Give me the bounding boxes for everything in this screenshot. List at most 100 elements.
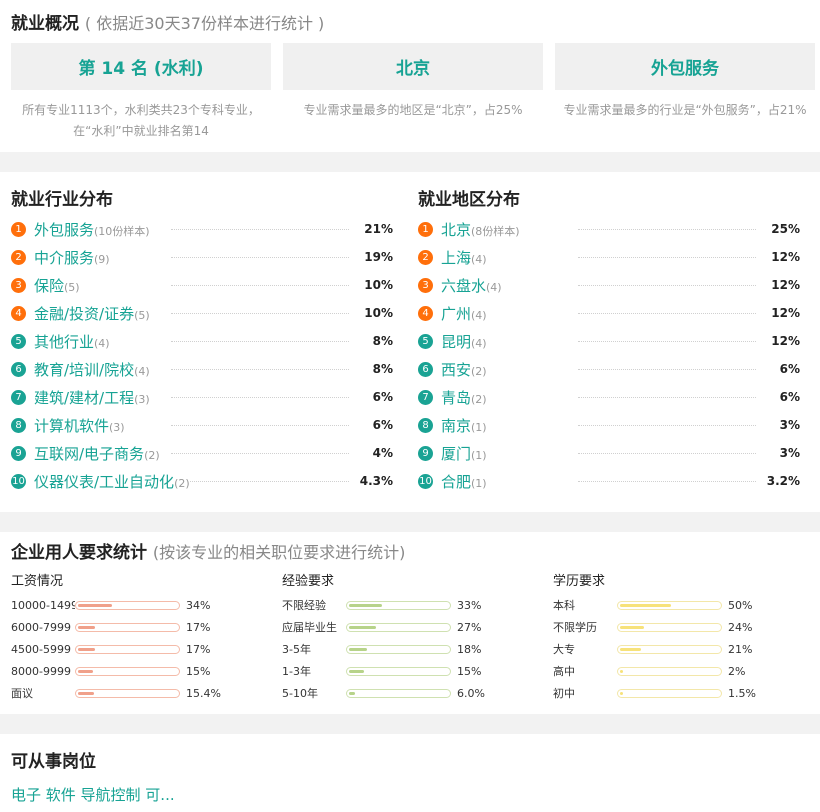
sample-count-value: (2)	[471, 364, 487, 378]
region-item[interactable]: 8 南京(1) 3%	[418, 411, 800, 439]
region-item-label[interactable]: 六盘水	[441, 277, 486, 295]
education-stat-label: 高中	[553, 665, 575, 678]
industry-item-name[interactable]: 建筑/建材/工程(3)	[34, 386, 150, 408]
salary-stat-value: 15.4%	[186, 686, 221, 700]
region-item[interactable]: 7 青岛(2) 6%	[418, 383, 800, 411]
region-item[interactable]: 1 北京(8份样本) 25%	[418, 215, 800, 243]
region-item[interactable]: 4 广州(4) 12%	[418, 299, 800, 327]
share-percent: 12%	[767, 327, 800, 355]
sample-count: (5)	[64, 281, 80, 294]
industry-item-name[interactable]: 外包服务(10份样本)	[34, 218, 150, 240]
industry-item[interactable]: 2 中介服务(9) 19%	[11, 243, 393, 271]
industry-item-name[interactable]: 互联网/电子商务(2)	[34, 442, 160, 464]
industry-item-name[interactable]: 其他行业(4)	[34, 330, 110, 352]
salary-progress-fill	[78, 625, 96, 629]
industry-item[interactable]: 4 金融/投资/证券(5) 10%	[11, 299, 393, 327]
region-item-label[interactable]: 合肥	[441, 473, 471, 491]
industry-item-name[interactable]: 中介服务(9)	[34, 246, 110, 268]
industry-item-name[interactable]: 仪器仪表/工业自动化(2)	[34, 470, 190, 492]
region-item[interactable]: 6 西安(2) 6%	[418, 355, 800, 383]
sample-count-value: (4)	[471, 252, 487, 266]
industry-item-label[interactable]: 互联网/电子商务	[34, 445, 144, 463]
industry-item-label[interactable]: 保险	[34, 277, 64, 295]
salary-stats: 工资情况 10000-14999 34% 6000-7999 17% 4500-5999 1…	[11, 570, 251, 704]
experience-progress-bar	[346, 688, 451, 698]
industry-item-label[interactable]: 教育/培训/院校	[34, 361, 134, 379]
region-item-name[interactable]: 西安(2)	[441, 358, 487, 380]
region-item-name[interactable]: 昆明(4)	[441, 330, 487, 352]
education-stat-label: 不限学历	[553, 621, 597, 634]
industry-item-label[interactable]: 仪器仪表/工业自动化	[34, 473, 174, 491]
region-item-name[interactable]: 北京(8份样本)	[441, 218, 520, 240]
region-item-label[interactable]: 广州	[441, 305, 471, 323]
industry-item-label[interactable]: 外包服务	[34, 221, 94, 239]
sample-count: (2)	[471, 393, 487, 406]
region-list: 1 北京(8份样本) 25% 2 上海(4) 12% 3 六盘水(4) 12% 4 广州(4) 12%…	[418, 215, 800, 495]
region-item-label[interactable]: 北京	[441, 221, 471, 239]
industry-item-name[interactable]: 计算机软件(3)	[34, 414, 125, 436]
region-item[interactable]: 2 上海(4) 12%	[418, 243, 800, 271]
experience-progress-fill	[349, 669, 365, 673]
region-item-label[interactable]: 昆明	[441, 333, 471, 351]
sample-count-value: (2)	[174, 476, 190, 490]
share-percent: 12%	[767, 299, 800, 327]
education-progress-bar	[617, 666, 722, 676]
industry-item-label[interactable]: 建筑/建材/工程	[34, 389, 134, 407]
experience-progress-bar	[346, 622, 451, 632]
industry-item[interactable]: 6 教育/培训/院校(4) 8%	[11, 355, 393, 383]
industry-item[interactable]: 10 仪器仪表/工业自动化(2) 4.3%	[11, 467, 393, 495]
rank-badge: 9	[11, 445, 26, 461]
region-item[interactable]: 5 昆明(4) 12%	[418, 327, 800, 355]
rank-badge: 2	[11, 249, 26, 265]
experience-stat-label: 不限经验	[282, 599, 326, 612]
salary-stat-label: 8000-9999	[11, 664, 71, 678]
industry-item[interactable]: 3 保险(5) 10%	[11, 271, 393, 299]
region-item-label[interactable]: 西安	[441, 361, 471, 379]
industry-item[interactable]: 5 其他行业(4) 8%	[11, 327, 393, 355]
industry-item[interactable]: 9 互联网/电子商务(2) 4%	[11, 439, 393, 467]
share-percent: 10%	[360, 271, 393, 299]
region-item-name[interactable]: 广州(4)	[441, 302, 487, 324]
region-item-label[interactable]: 青岛	[441, 389, 471, 407]
salary-stat-row: 8000-9999 15%	[11, 660, 251, 682]
industry-item[interactable]: 1 外包服务(10份样本) 21%	[11, 215, 393, 243]
share-percent: 6%	[775, 355, 800, 383]
rank-badge: 5	[418, 333, 433, 349]
region-item-label[interactable]: 南京	[441, 417, 471, 435]
education-stat-value: 50%	[728, 598, 753, 612]
salary-progress-bar	[75, 600, 180, 610]
education-progress-fill	[620, 625, 645, 629]
industry-item[interactable]: 7 建筑/建材/工程(3) 6%	[11, 383, 393, 411]
region-item-name[interactable]: 南京(1)	[441, 414, 487, 436]
region-item[interactable]: 10 合肥(1) 3.2%	[418, 467, 800, 495]
region-item-name[interactable]: 厦门(1)	[441, 442, 487, 464]
job-links[interactable]: 电子 软件 导航控制 可...	[11, 784, 175, 805]
education-stat-label: 大专	[553, 643, 575, 656]
sample-count: (4)	[486, 281, 502, 294]
industry-item-label[interactable]: 其他行业	[34, 333, 94, 351]
industry-item-label[interactable]: 金融/投资/证券	[34, 305, 134, 323]
top-industry-card: 外包服务	[555, 43, 815, 90]
industry-item-label[interactable]: 中介服务	[34, 249, 94, 267]
region-item[interactable]: 9 厦门(1) 3%	[418, 439, 800, 467]
region-item-label[interactable]: 厦门	[441, 445, 471, 463]
region-item-label[interactable]: 上海	[441, 249, 471, 267]
industry-item-label[interactable]: 计算机软件	[34, 417, 109, 435]
share-percent: 6%	[368, 383, 393, 411]
education-stat-label: 本科	[553, 599, 575, 612]
region-item[interactable]: 3 六盘水(4) 12%	[418, 271, 800, 299]
industry-item-name[interactable]: 教育/培训/院校(4)	[34, 358, 150, 380]
region-item-name[interactable]: 上海(4)	[441, 246, 487, 268]
salary-stat-value: 15%	[186, 664, 211, 678]
industry-item-name[interactable]: 金融/投资/证券(5)	[34, 302, 150, 324]
salary-progress-bar	[75, 688, 180, 698]
industry-item[interactable]: 8 计算机软件(3) 6%	[11, 411, 393, 439]
industry-item-name[interactable]: 保险(5)	[34, 274, 80, 296]
sample-count: (1)	[471, 421, 487, 434]
region-item-name[interactable]: 六盘水(4)	[441, 274, 502, 296]
region-item-name[interactable]: 合肥(1)	[441, 470, 487, 492]
rank-badge: 6	[11, 361, 26, 377]
region-item-name[interactable]: 青岛(2)	[441, 386, 487, 408]
share-percent: 8%	[368, 355, 393, 383]
sample-count-value: (3)	[109, 420, 125, 434]
